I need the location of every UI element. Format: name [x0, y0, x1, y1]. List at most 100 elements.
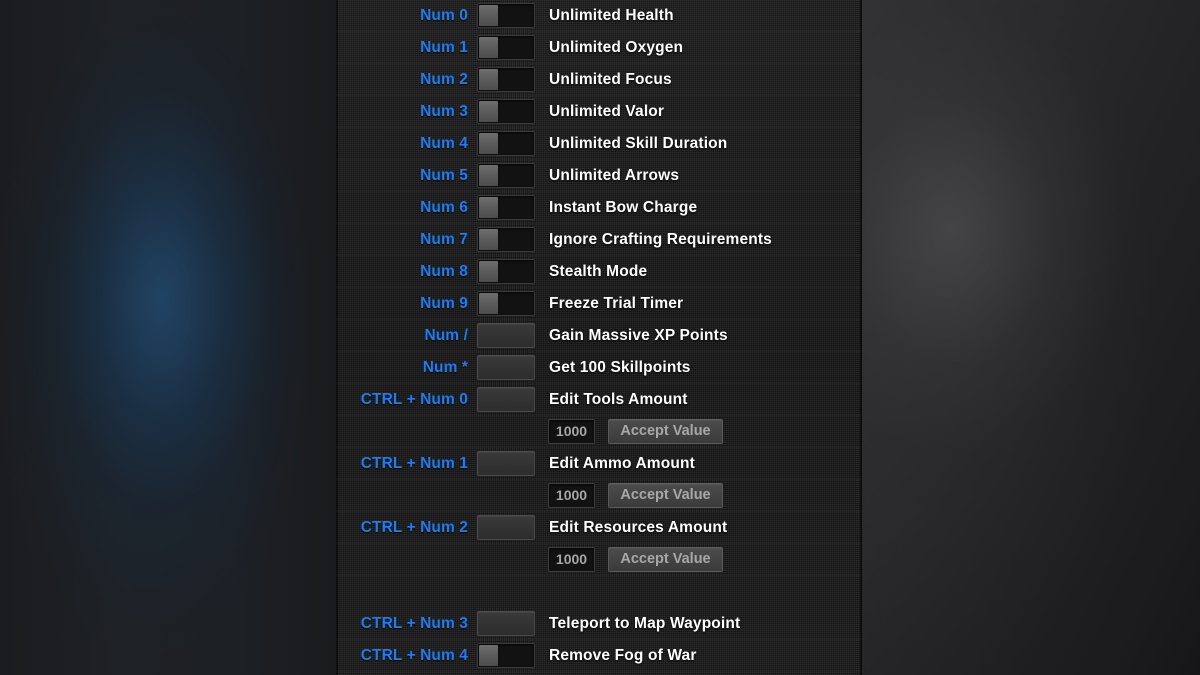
- control-cell: [477, 387, 541, 412]
- toggle-knob-icon: [479, 261, 498, 282]
- cheat-option-row: Num 5 Unlimited Arrows: [336, 160, 862, 192]
- cheat-option-row: Num 1 Unlimited Oxygen: [336, 32, 862, 64]
- cheat-option-row: CTRL + Num 2 Edit Resources Amount: [336, 512, 862, 544]
- hotkey-label: Num /: [424, 326, 468, 344]
- trainer-panel: Num 0 Unlimited Health Num 1 Unlimited Oxyg…: [336, 0, 862, 675]
- control-cell: [477, 3, 541, 28]
- toggle-knob-icon: [479, 101, 498, 122]
- control-cell: [477, 99, 541, 124]
- control-cell: [477, 259, 541, 284]
- option-label: Unlimited Focus: [549, 70, 672, 88]
- toggle-switch[interactable]: [477, 227, 535, 252]
- cheat-option-row: Num 3 Unlimited Valor: [336, 96, 862, 128]
- desktop-background-right: [862, 0, 1200, 675]
- toggle-knob-icon: [479, 197, 498, 218]
- option-label: Edit Resources Amount: [549, 518, 728, 536]
- hotkey-label: Num 1: [420, 38, 468, 56]
- hotkey-label: Num 9: [420, 294, 468, 312]
- toggle-switch[interactable]: [477, 99, 535, 124]
- toggle-knob-icon: [479, 229, 498, 250]
- cheat-option-row: CTRL + Num 4 Remove Fog of War: [336, 640, 862, 672]
- option-label: Teleport to Map Waypoint: [549, 614, 741, 632]
- option-label: Unlimited Arrows: [549, 166, 680, 184]
- action-button[interactable]: [477, 515, 535, 540]
- control-cell: [477, 515, 541, 540]
- hotkey-label: CTRL + Num 1: [360, 454, 468, 472]
- control-cell: [477, 291, 541, 316]
- toggle-switch[interactable]: [477, 259, 535, 284]
- toggle-switch[interactable]: [477, 67, 535, 92]
- value-input[interactable]: 1000: [548, 483, 595, 508]
- cheat-option-row: Num 8 Stealth Mode: [336, 256, 862, 288]
- cheat-option-row: Num * Get 100 Skillpoints: [336, 352, 862, 384]
- toggle-knob-icon: [479, 165, 498, 186]
- action-button[interactable]: [477, 355, 535, 380]
- cheat-option-row: Num 0 Unlimited Health: [336, 0, 862, 32]
- hotkey-label: CTRL + Num 3: [360, 614, 468, 632]
- option-label: Edit Tools Amount: [549, 390, 688, 408]
- action-button[interactable]: [477, 323, 535, 348]
- option-label: Gain Massive XP Points: [549, 326, 728, 344]
- control-cell: [477, 163, 541, 188]
- option-label: Instant Bow Charge: [549, 198, 698, 216]
- cheat-option-row: Num 7 Ignore Crafting Requirements: [336, 224, 862, 256]
- toggle-switch[interactable]: [477, 131, 535, 156]
- cheat-option-row: Num 6 Instant Bow Charge: [336, 192, 862, 224]
- toggle-knob-icon: [479, 133, 498, 154]
- row-spacer: [336, 576, 862, 608]
- hotkey-label: CTRL + Num 0: [360, 390, 468, 408]
- control-cell: [477, 35, 541, 60]
- toggle-switch[interactable]: [477, 3, 535, 28]
- control-cell: [477, 195, 541, 220]
- option-label: Edit Ammo Amount: [549, 454, 695, 472]
- option-label: Unlimited Valor: [549, 102, 665, 120]
- toggle-knob-icon: [479, 293, 498, 314]
- option-label: Stealth Mode: [549, 262, 648, 280]
- control-cell: [477, 67, 541, 92]
- option-label: Freeze Trial Timer: [549, 294, 684, 312]
- hotkey-label: Num 4: [420, 134, 468, 152]
- desktop-background-left: [0, 0, 336, 675]
- cheat-option-row: Num 4 Unlimited Skill Duration: [336, 128, 862, 160]
- toggle-switch[interactable]: [477, 643, 535, 668]
- toggle-switch[interactable]: [477, 291, 535, 316]
- value-input[interactable]: 1000: [548, 547, 595, 572]
- cheat-option-row: CTRL + Num 3 Teleport to Map Waypoint: [336, 608, 862, 640]
- value-input[interactable]: 1000: [548, 419, 595, 444]
- hotkey-label: Num 5: [420, 166, 468, 184]
- cheat-option-list: Num 0 Unlimited Health Num 1 Unlimited Oxyg…: [336, 0, 862, 672]
- action-button[interactable]: [477, 451, 535, 476]
- cheat-option-row: Num 2 Unlimited Focus: [336, 64, 862, 96]
- trainer-screen: Num 0 Unlimited Health Num 1 Unlimited Oxyg…: [0, 0, 1200, 675]
- value-entry-row: 1000 Accept Value: [336, 544, 862, 576]
- hotkey-label: Num 7: [420, 230, 468, 248]
- accept-value-button[interactable]: Accept Value: [608, 547, 723, 572]
- hotkey-label: Num 2: [420, 70, 468, 88]
- action-button[interactable]: [477, 611, 535, 636]
- control-cell: [477, 451, 541, 476]
- control-cell: [477, 643, 541, 668]
- toggle-switch[interactable]: [477, 195, 535, 220]
- toggle-knob-icon: [479, 37, 498, 58]
- option-label: Unlimited Health: [549, 6, 674, 24]
- accept-value-button[interactable]: Accept Value: [608, 419, 723, 444]
- hotkey-label: CTRL + Num 2: [360, 518, 468, 536]
- toggle-switch[interactable]: [477, 163, 535, 188]
- control-cell: [477, 131, 541, 156]
- toggle-knob-icon: [479, 645, 498, 666]
- accept-value-button[interactable]: Accept Value: [608, 483, 723, 508]
- cheat-option-row: Num / Gain Massive XP Points: [336, 320, 862, 352]
- option-label: Unlimited Oxygen: [549, 38, 684, 56]
- hotkey-label: Num *: [422, 358, 468, 376]
- cheat-option-row: Num 9 Freeze Trial Timer: [336, 288, 862, 320]
- hotkey-label: Num 0: [420, 6, 468, 24]
- control-cell: [477, 611, 541, 636]
- value-entry-row: 1000 Accept Value: [336, 416, 862, 448]
- toggle-switch[interactable]: [477, 35, 535, 60]
- action-button[interactable]: [477, 387, 535, 412]
- option-label: Remove Fog of War: [549, 646, 697, 664]
- hotkey-label: Num 8: [420, 262, 468, 280]
- toggle-knob-icon: [479, 5, 498, 26]
- toggle-knob-icon: [479, 69, 498, 90]
- hotkey-label: Num 6: [420, 198, 468, 216]
